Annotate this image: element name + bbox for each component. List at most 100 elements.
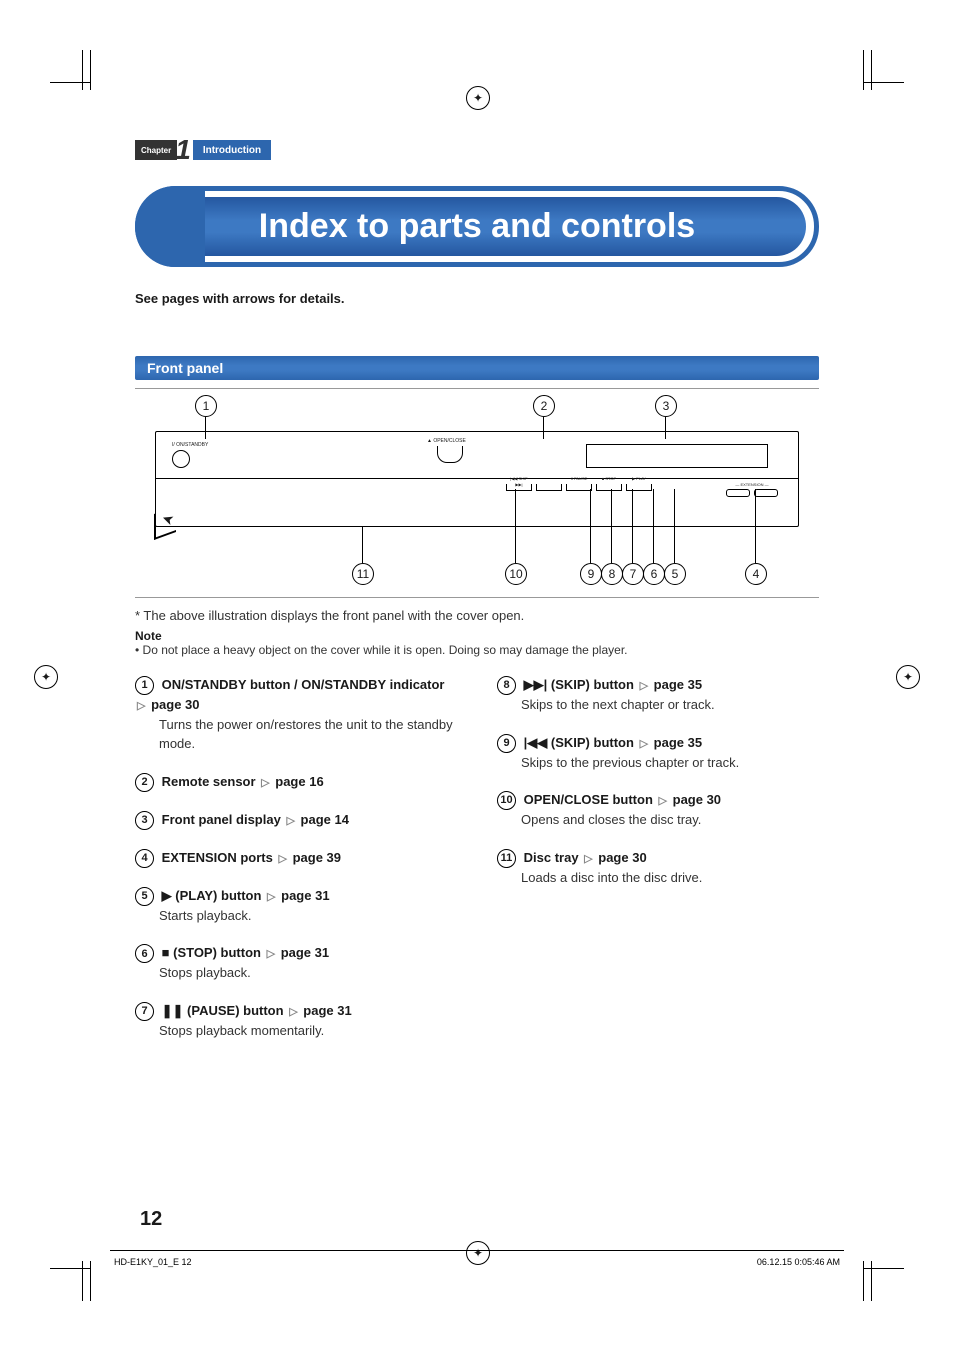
play-button-icon <box>626 484 652 491</box>
chapter-tab: Chapter 1 Introduction <box>135 140 819 160</box>
item-number: 5 <box>135 887 154 906</box>
item-desc: Stops playback. <box>159 963 457 983</box>
item-title: (PAUSE) button <box>187 1003 284 1018</box>
item-desc: Starts playback. <box>159 906 457 926</box>
item-desc: Stops playback momentarily. <box>159 1021 457 1041</box>
callout-4: 4 <box>745 563 767 585</box>
callout-line <box>543 417 544 439</box>
note-body: • Do not place a heavy object on the cov… <box>135 643 819 657</box>
callout-5: 5 <box>664 563 686 585</box>
item-number: 7 <box>135 1002 154 1021</box>
skip-next-icon: ▶▶| <box>524 677 548 692</box>
lead-text: See pages with arrows for details. <box>135 291 819 306</box>
skip-prev-icon: |◀◀ <box>524 735 548 750</box>
power-label: I/ ON/STANDBY <box>172 442 252 448</box>
item-3: 3 Front panel display ▷ page 14 <box>135 810 457 830</box>
item-page: page 35 <box>654 735 702 750</box>
item-desc: Skips to the next chapter or track. <box>521 695 819 715</box>
item-number: 4 <box>135 849 154 868</box>
item-page: page 31 <box>281 945 329 960</box>
power-button-icon <box>172 450 190 468</box>
callout-line <box>590 489 591 563</box>
item-desc: Opens and closes the disc tray. <box>521 810 819 830</box>
item-4: 4 EXTENSION ports ▷ page 39 <box>135 848 457 868</box>
callout-10: 10 <box>505 563 527 585</box>
title-pill-cap <box>135 186 205 267</box>
item-number: 2 <box>135 773 154 792</box>
page-number: 12 <box>140 1208 162 1231</box>
item-5: 5 ▶ (PLAY) button ▷ page 31 Starts playb… <box>135 886 457 926</box>
manual-page: Chapter 1 Introduction Index to parts an… <box>0 0 954 1351</box>
item-title: EXTENSION ports <box>162 850 273 865</box>
callout-7: 7 <box>622 563 644 585</box>
callout-line <box>632 489 633 563</box>
footer-left-text: HD-E1KY_01_E 12 <box>114 1257 192 1267</box>
item-number: 11 <box>497 849 516 868</box>
registration-target-icon <box>34 665 58 689</box>
open-close-slot-icon <box>437 446 463 463</box>
extension-label: — EXTENSION — <box>735 482 768 487</box>
callout-line <box>755 489 756 563</box>
item-number: 3 <box>135 811 154 830</box>
item-title: Front panel display <box>162 812 281 827</box>
callout-11: 11 <box>352 563 374 585</box>
page-title-pill: Index to parts and controls <box>135 186 819 267</box>
item-8: 8 ▶▶| (SKIP) button ▷ page 35 Skips to t… <box>497 675 819 715</box>
callout-line <box>205 417 206 439</box>
item-title: ON/STANDBY button / ON/STANDBY indicator <box>162 677 445 692</box>
callout-2: 2 <box>533 395 555 417</box>
callout-line <box>653 489 654 563</box>
item-desc: Turns the power on/restores the unit to … <box>159 715 457 754</box>
footer-divider <box>110 1250 844 1251</box>
item-title: (STOP) button <box>173 945 261 960</box>
page-arrow-icon: ▷ <box>137 698 145 715</box>
item-title: (PLAY) button <box>175 888 261 903</box>
item-11: 11 Disc tray ▷ page 30 Loads a disc into… <box>497 848 819 888</box>
crop-mark-icon <box>60 1231 120 1291</box>
item-page: page 35 <box>654 677 702 692</box>
item-page: page 14 <box>301 812 349 827</box>
item-title: (SKIP) button <box>551 735 634 750</box>
page-arrow-icon: ▷ <box>279 851 287 868</box>
device-outline: I/ ON/STANDBY ▲ OPEN/CLOSE <box>155 431 799 527</box>
callout-3: 3 <box>655 395 677 417</box>
page-content: Chapter 1 Introduction Index to parts an… <box>135 140 819 1058</box>
pause-button-icon <box>566 484 592 491</box>
stop-icon: ■ <box>162 945 170 960</box>
item-title: OPEN/CLOSE button <box>524 792 653 807</box>
item-page: page 30 <box>151 697 199 712</box>
item-page: page 30 <box>598 850 646 865</box>
item-number: 8 <box>497 676 516 695</box>
page-arrow-icon: ▷ <box>640 736 648 753</box>
crop-mark-icon <box>834 60 894 120</box>
item-title: Disc tray <box>524 850 579 865</box>
page-arrow-icon: ▷ <box>267 889 275 906</box>
open-close-label: ▲ OPEN/CLOSE <box>427 438 466 444</box>
skip-prev-button-icon <box>506 484 532 491</box>
description-columns: 1 ON/STANDBY button / ON/STANDBY indicat… <box>135 675 819 1058</box>
crop-mark-icon <box>60 60 120 120</box>
registration-target-icon <box>466 1241 490 1265</box>
item-2: 2 Remote sensor ▷ page 16 <box>135 772 457 792</box>
right-column: 8 ▶▶| (SKIP) button ▷ page 35 Skips to t… <box>497 675 819 1058</box>
callout-line <box>611 489 612 563</box>
item-desc: Skips to the previous chapter or track. <box>521 753 819 773</box>
item-title: Remote sensor <box>162 774 256 789</box>
item-page: page 16 <box>275 774 323 789</box>
item-page: page 39 <box>293 850 341 865</box>
callout-6: 6 <box>643 563 665 585</box>
page-arrow-icon: ▷ <box>267 946 275 963</box>
left-column: 1 ON/STANDBY button / ON/STANDBY indicat… <box>135 675 457 1058</box>
skip-next-button-icon <box>536 484 562 491</box>
item-number: 9 <box>497 734 516 753</box>
page-arrow-icon: ▷ <box>286 813 294 830</box>
registration-target-icon <box>466 86 490 110</box>
item-desc: Loads a disc into the disc drive. <box>521 868 819 888</box>
callout-line <box>665 417 666 439</box>
crop-mark-icon <box>834 1231 894 1291</box>
callout-line <box>515 489 516 563</box>
item-page: page 30 <box>673 792 721 807</box>
control-button-row <box>506 484 652 491</box>
page-arrow-icon: ▷ <box>289 1004 297 1021</box>
chapter-number: 1 <box>175 140 191 160</box>
